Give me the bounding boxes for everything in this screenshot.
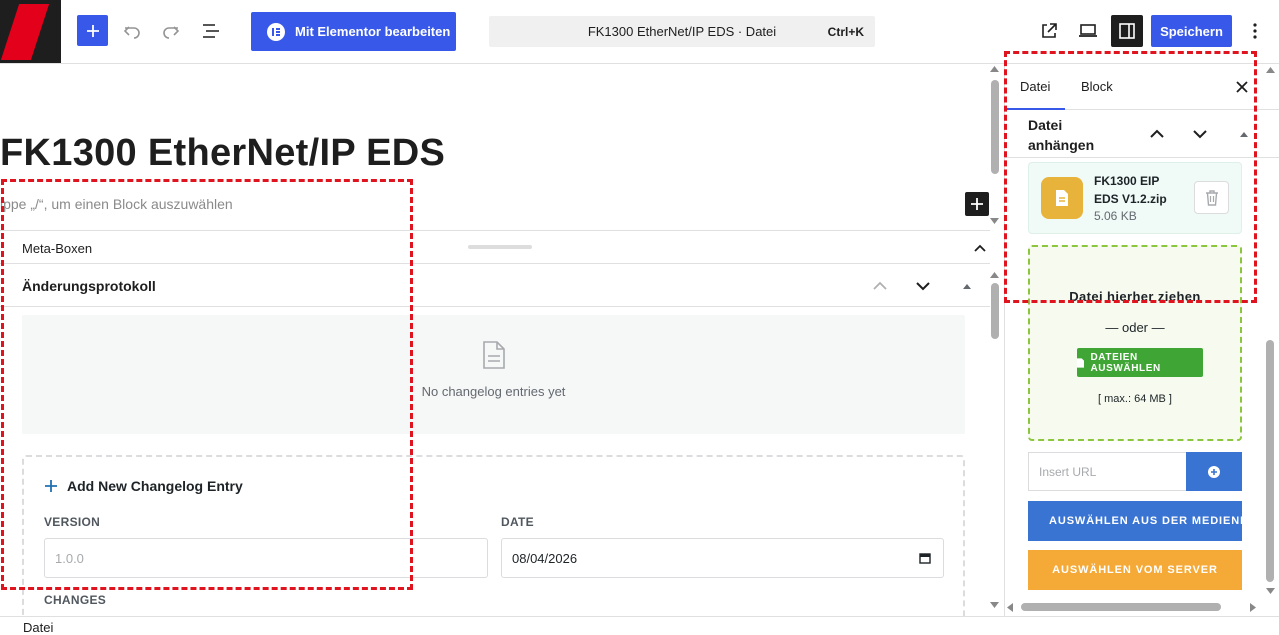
dropzone-or-text: — oder — xyxy=(1105,320,1165,335)
version-label: VERSION xyxy=(44,515,101,529)
elementor-icon xyxy=(267,22,285,41)
redo-icon xyxy=(163,26,180,39)
add-circle-icon xyxy=(1208,465,1220,478)
plus-icon xyxy=(45,480,57,492)
block-inserter-button[interactable] xyxy=(77,15,108,46)
sidebar-hscroll-thumb[interactable] xyxy=(1021,603,1221,611)
add-entry-title: Add New Changelog Entry xyxy=(67,478,243,494)
plus-icon xyxy=(86,24,99,37)
editor-canvas: FK1300 EtherNet/IP EDS ippe „/“, um eine… xyxy=(0,64,1003,616)
save-button[interactable]: Speichern xyxy=(1151,15,1232,47)
external-link-icon xyxy=(1042,23,1057,38)
attached-file-card: FK1300 EIP EDS V1.2.zip 5.06 KB xyxy=(1028,162,1242,234)
url-input[interactable]: Insert URL xyxy=(1028,452,1186,491)
attach-file-title: Datei anhängen xyxy=(1028,117,1095,153)
date-value: 08/04/2026 xyxy=(512,550,578,566)
scroll-down-arrow-icon[interactable] xyxy=(1266,588,1275,594)
editor-footer: Datei xyxy=(0,616,1279,635)
insert-url-button[interactable] xyxy=(1186,452,1242,491)
site-logo[interactable] xyxy=(0,0,61,63)
sidebar-horizontal-scrollbar[interactable] xyxy=(1004,598,1262,616)
more-vertical-icon xyxy=(1253,23,1257,39)
empty-state-text: No changelog entries yet xyxy=(421,384,566,399)
undo-button[interactable] xyxy=(118,17,146,45)
date-label: DATE xyxy=(501,515,534,529)
undo-icon xyxy=(123,26,140,39)
edit-with-elementor-button[interactable]: Mit Elementor bearbeiten xyxy=(251,12,456,51)
command-shortcut: Ctrl+K xyxy=(827,25,864,39)
file-icon xyxy=(1041,177,1083,219)
collapse-triangle-icon[interactable] xyxy=(957,276,977,296)
command-palette-bar[interactable]: FK1300 EtherNet/IP EDS · Datei Ctrl+K xyxy=(489,16,875,47)
metabox-label: Meta-Boxen xyxy=(22,241,93,256)
move-up-icon[interactable] xyxy=(870,276,890,296)
tab-block[interactable]: Block xyxy=(1081,79,1113,94)
scroll-up-arrow-icon[interactable] xyxy=(990,66,999,72)
move-down-icon[interactable] xyxy=(913,276,933,296)
tab-datei[interactable]: Datei xyxy=(1020,79,1050,94)
changelog-panel-header[interactable]: Änderungsprotokoll xyxy=(0,264,990,307)
calendar-icon[interactable] xyxy=(919,552,931,564)
select-files-label: DATEIEN AUSWÄHLEN xyxy=(1090,351,1161,374)
move-up-icon[interactable] xyxy=(1147,124,1167,144)
sidebar-scrollbar[interactable] xyxy=(1262,64,1279,616)
post-title[interactable]: FK1300 EtherNet/IP EDS xyxy=(0,132,445,175)
settings-sidebar-toggle[interactable] xyxy=(1111,15,1143,47)
changelog-empty-state: No changelog entries yet xyxy=(22,315,965,434)
max-size-text: [ max.: 64 MB ] xyxy=(1098,393,1172,405)
sidebar-tabs: Datei Block xyxy=(1005,64,1279,110)
file-size: 5.06 KB xyxy=(1094,209,1137,223)
settings-sidebar: Datei Block Datei anhängen FK1300 EIP ED… xyxy=(1004,64,1279,616)
document-overview-button[interactable] xyxy=(197,17,225,45)
desktop-icon xyxy=(1079,24,1097,37)
sidebar-icon xyxy=(1119,23,1135,39)
metabox-scroll-thumb[interactable] xyxy=(991,283,999,339)
view-post-button[interactable] xyxy=(1036,18,1062,44)
trash-icon xyxy=(1205,189,1218,206)
scroll-up-arrow-icon[interactable] xyxy=(990,272,999,278)
plus-icon xyxy=(971,198,983,210)
move-down-icon[interactable] xyxy=(1190,124,1210,144)
options-menu-button[interactable] xyxy=(1244,17,1266,45)
collapse-triangle-icon[interactable] xyxy=(1234,124,1254,144)
dropzone-drag-text: Datei hierher ziehen xyxy=(1069,289,1201,304)
scroll-down-arrow-icon[interactable] xyxy=(990,218,999,224)
edit-with-elementor-label: Mit Elementor bearbeiten xyxy=(295,24,451,39)
media-library-button[interactable]: AUSWÄHLEN AUS DER MEDIENBIBLIOTHEK xyxy=(1028,501,1242,541)
redo-button[interactable] xyxy=(157,17,185,45)
list-view-icon xyxy=(203,24,219,38)
scroll-left-arrow-icon[interactable] xyxy=(1007,603,1013,612)
add-entry-heading: Add New Changelog Entry xyxy=(44,478,243,494)
file-name: FK1300 EIP EDS V1.2.zip xyxy=(1094,174,1167,206)
select-files-button[interactable]: DATEIEN AUSWÄHLEN xyxy=(1077,348,1203,377)
editor-header: Mit Elementor bearbeiten FK1300 EtherNet… xyxy=(0,0,1279,64)
changelog-panel-title: Änderungsprotokoll xyxy=(22,278,156,294)
select-from-server-button[interactable]: AUSWÄHLEN VOM SERVER xyxy=(1028,550,1242,590)
attach-file-section-header[interactable]: Datei anhängen xyxy=(1005,110,1279,158)
file-icon xyxy=(1077,357,1085,368)
preview-button[interactable] xyxy=(1074,18,1102,44)
breadcrumb[interactable]: Datei xyxy=(23,620,53,635)
metabox-header[interactable]: Meta-Boxen xyxy=(0,230,990,264)
resize-handle[interactable] xyxy=(468,245,532,249)
version-input[interactable]: 1.0.0 xyxy=(44,538,488,578)
document-title: FK1300 EtherNet/IP EDS · Datei xyxy=(587,24,777,39)
scroll-down-arrow-icon[interactable] xyxy=(990,602,999,608)
logo-mark xyxy=(0,4,50,60)
document-icon xyxy=(483,341,505,369)
date-input[interactable]: 08/04/2026 xyxy=(501,538,944,578)
scroll-right-arrow-icon[interactable] xyxy=(1250,603,1256,612)
remove-file-button[interactable] xyxy=(1194,181,1229,214)
canvas-scroll-thumb[interactable] xyxy=(991,80,999,174)
sidebar-scroll-thumb[interactable] xyxy=(1266,340,1274,582)
add-changelog-form: Add New Changelog Entry VERSION DATE 1.0… xyxy=(22,455,965,616)
changes-label: CHANGES xyxy=(44,593,107,607)
file-dropzone[interactable]: Datei hierher ziehen — oder — DATEIEN AU… xyxy=(1028,245,1242,441)
close-icon[interactable] xyxy=(1233,78,1251,96)
scroll-up-arrow-icon[interactable] xyxy=(1266,67,1275,73)
block-placeholder[interactable]: ippe „/“, um einen Block auszuwählen xyxy=(0,196,233,212)
